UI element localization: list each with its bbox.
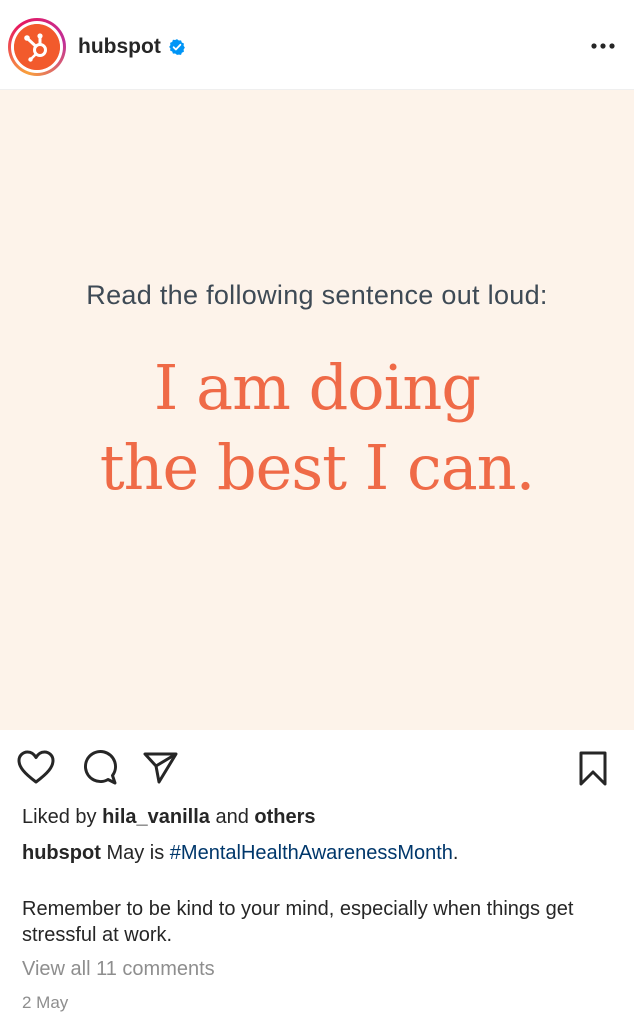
post-timestamp: 2 May bbox=[22, 993, 69, 1012]
caption-end: . bbox=[452, 842, 459, 864]
caption: hubspot May is #MentalHealthAwarenessMon… bbox=[22, 840, 622, 866]
heart-icon bbox=[17, 750, 55, 784]
likes-middle: and bbox=[215, 806, 249, 828]
story-ring[interactable] bbox=[8, 18, 66, 76]
more-options-icon[interactable] bbox=[588, 36, 618, 56]
like-button[interactable] bbox=[16, 748, 56, 788]
avatar[interactable] bbox=[14, 24, 60, 70]
share-button[interactable] bbox=[140, 748, 180, 788]
save-button[interactable] bbox=[573, 748, 613, 788]
username[interactable]: hubspot bbox=[78, 34, 161, 60]
post-headline-line1: I am doing bbox=[153, 351, 481, 424]
hashtag-link[interactable]: #MentalHealthAwarenessMonth bbox=[170, 842, 453, 864]
action-bar bbox=[0, 730, 634, 806]
likes-summary: Liked by hila_vanilla and others bbox=[22, 804, 622, 830]
caption-username[interactable]: hubspot bbox=[22, 842, 101, 864]
liked-by-user-link[interactable]: hila_vanilla bbox=[102, 806, 210, 828]
post-headline-line2: the best I can. bbox=[99, 431, 536, 504]
caption-text: May is bbox=[106, 842, 165, 864]
likes-others-link[interactable]: others bbox=[254, 806, 315, 828]
send-icon bbox=[143, 752, 178, 784]
comment-icon bbox=[83, 750, 117, 785]
comment-button[interactable] bbox=[79, 748, 119, 788]
view-comments-link[interactable]: View all 11 comments bbox=[22, 956, 622, 982]
caption-body: Remember to be kind to your mind, especi… bbox=[22, 898, 574, 946]
post-header: hubspot bbox=[0, 0, 634, 90]
verified-badge-icon bbox=[169, 39, 185, 55]
post-prompt-text: Read the following sentence out loud: bbox=[86, 280, 548, 310]
post-image[interactable]: Read the following sentence out loud: I … bbox=[0, 90, 634, 730]
likes-prefix: Liked by bbox=[22, 806, 97, 828]
bookmark-icon bbox=[579, 751, 607, 786]
hubspot-logo-icon bbox=[14, 24, 60, 70]
